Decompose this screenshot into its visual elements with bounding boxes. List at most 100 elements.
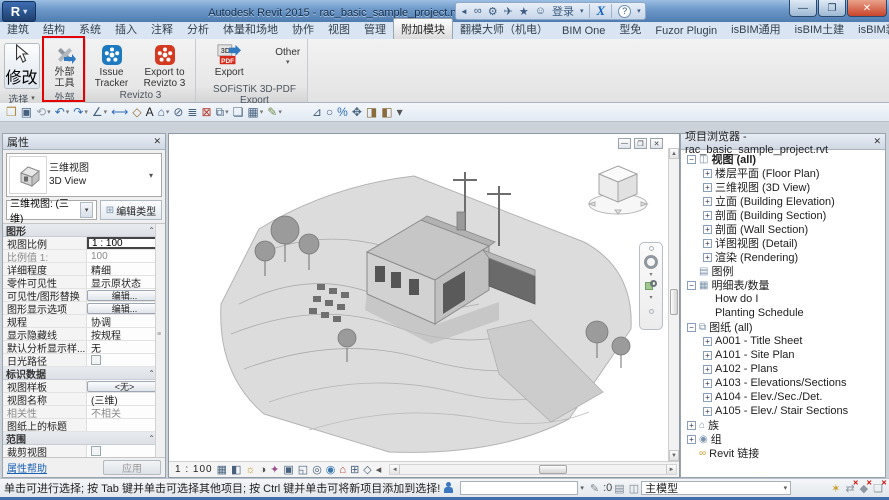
collapse-minus-icon[interactable]: −: [687, 281, 696, 290]
collapse-arrow-icon[interactable]: ◄: [460, 7, 468, 16]
tree-item[interactable]: +A001 - Title Sheet: [681, 334, 885, 348]
tree-item[interactable]: +剖面 (Wall Section): [681, 222, 885, 236]
crop-view-icon[interactable]: ▣: [283, 463, 293, 476]
type-selector[interactable]: 三维视图 3D View ▾: [6, 153, 162, 197]
apply-button[interactable]: 应用: [103, 460, 161, 475]
chevron-down-icon[interactable]: ▾: [580, 7, 584, 15]
reveal-hidden-elements-icon[interactable]: ⌂: [339, 464, 346, 476]
favorites-star-icon[interactable]: ★: [519, 5, 529, 18]
close-button[interactable]: ✕: [847, 0, 887, 17]
chevron-down-icon[interactable]: ▾: [637, 7, 641, 15]
editing-requests[interactable]: ✎ :0: [588, 482, 612, 495]
tree-item[interactable]: +渲染 (Rendering): [681, 250, 885, 264]
chevron-down-icon[interactable]: ▾: [580, 484, 584, 492]
scroll-down-icon[interactable]: ▼: [669, 450, 679, 461]
navigation-bar[interactable]: ▾ ▾: [639, 242, 663, 330]
customize-qat-icon[interactable]: ▾: [397, 105, 403, 119]
tab-分析[interactable]: 分析: [180, 19, 216, 39]
tab-isBIM通用[interactable]: isBIM通用: [724, 19, 788, 39]
other-dropdown[interactable]: Other ▾: [269, 41, 308, 66]
expand-plus-icon[interactable]: +: [703, 407, 712, 416]
tab-插入[interactable]: 插入: [108, 19, 144, 39]
sofistik-panel-label[interactable]: SOFiSTiK 3D-PDF Export: [196, 88, 307, 102]
horizontal-scrollbar[interactable]: ◄ ►: [389, 464, 677, 475]
expand-plus-icon[interactable]: +: [703, 337, 712, 346]
unlocked-3d-view-icon[interactable]: ◎: [312, 463, 322, 476]
paste-icon[interactable]: ▦▾: [247, 105, 263, 119]
sofistik-export-button[interactable]: 3D PDF Export: [210, 41, 249, 78]
design-option-select[interactable]: 主模型 ▾: [641, 481, 791, 495]
expand-plus-icon[interactable]: +: [687, 435, 696, 444]
default-3d-view-icon[interactable]: ⌂▾: [158, 105, 170, 119]
modify-button[interactable]: 修改: [4, 43, 40, 89]
tree-item[interactable]: −⧉图纸 (all): [681, 320, 885, 334]
help-icon[interactable]: ?: [618, 5, 631, 18]
tree-item[interactable]: +⌂族: [681, 418, 885, 432]
property-section-范围[interactable]: 范围⌃: [3, 432, 165, 445]
save-icon[interactable]: ▣: [21, 105, 32, 119]
external-tools-button[interactable]: 外部工具: [45, 41, 85, 89]
communication-center-icon[interactable]: ✈: [504, 5, 513, 18]
property-value-input[interactable]: 1 : 100: [87, 237, 162, 249]
text-icon[interactable]: A: [146, 105, 154, 119]
edit-button[interactable]: <无>: [87, 381, 162, 392]
tree-item[interactable]: +A105 - Elev./ Stair Sections: [681, 404, 885, 418]
property-section-图形[interactable]: 图形⌃: [3, 224, 165, 237]
expand-plus-icon[interactable]: +: [703, 197, 712, 206]
move-icon[interactable]: ✥: [352, 105, 362, 119]
thin-lines-icon[interactable]: ≣: [187, 105, 197, 119]
chevron-down-icon[interactable]: ▾: [649, 271, 652, 278]
edit-type-button[interactable]: ⊞ 编辑类型: [100, 200, 162, 220]
expand-plus-icon[interactable]: +: [703, 253, 712, 262]
property-checkbox[interactable]: [91, 446, 101, 456]
temporary-hide-isolate-icon[interactable]: ◉: [326, 463, 336, 476]
copy-icon[interactable]: ❏: [233, 105, 244, 119]
tree-item[interactable]: +◉组: [681, 432, 885, 446]
keytips-wrench-icon[interactable]: ⚙: [488, 5, 498, 18]
steering-wheel-icon[interactable]: [644, 255, 658, 269]
expand-plus-icon[interactable]: +: [703, 225, 712, 234]
switch-windows-icon[interactable]: ⧉▾: [216, 105, 229, 120]
close-icon[interactable]: ✕: [873, 136, 881, 147]
rendering-dialog-icon[interactable]: ✦: [270, 463, 279, 476]
properties-help-link[interactable]: 属性帮助: [7, 460, 47, 475]
tab-建筑[interactable]: 建筑: [0, 19, 36, 39]
expand-plus-icon[interactable]: +: [703, 351, 712, 360]
relinquish-icon[interactable]: ◆✕: [860, 482, 868, 495]
view-minimize-icon[interactable]: —: [618, 138, 631, 149]
property-value[interactable]: 100: [87, 251, 165, 262]
temporary-view-properties-icon[interactable]: ⊞: [350, 463, 359, 476]
zoom-tool-icon[interactable]: [645, 280, 657, 292]
open-icon[interactable]: ❒: [6, 105, 17, 119]
property-section-标识数据[interactable]: 标识数据⌃: [3, 367, 165, 380]
sun-path-icon[interactable]: ☼: [245, 464, 255, 476]
edit-button[interactable]: 编辑...: [87, 290, 162, 301]
unalign-icon[interactable]: ◧: [381, 105, 392, 119]
measure-icon[interactable]: ∠▾: [92, 105, 107, 119]
viewcube[interactable]: [585, 158, 651, 220]
scrollbar-thumb[interactable]: [670, 289, 678, 315]
tab-附加模块[interactable]: 附加模块: [393, 18, 453, 39]
tree-item[interactable]: How do I: [681, 292, 885, 306]
scale-icon[interactable]: ⊿: [312, 105, 322, 119]
tab-BIM One[interactable]: BIM One: [555, 23, 612, 39]
tab-视图[interactable]: 视图: [321, 19, 357, 39]
collapse-minus-icon[interactable]: −: [687, 323, 696, 332]
property-value[interactable]: 无: [87, 340, 165, 355]
tab-管理[interactable]: 管理: [357, 19, 393, 39]
expand-plus-icon[interactable]: +: [687, 421, 696, 430]
tree-item[interactable]: +详图视图 (Detail): [681, 236, 885, 250]
expand-plus-icon[interactable]: +: [703, 169, 712, 178]
tree-item[interactable]: +A101 - Site Plan: [681, 348, 885, 362]
collapse-minus-icon[interactable]: −: [687, 155, 696, 164]
exchange-apps-icon[interactable]: X: [596, 3, 605, 19]
tree-item[interactable]: +楼层平面 (Floor Plan): [681, 166, 885, 180]
scroll-right-icon[interactable]: ►: [666, 465, 676, 474]
align-icon[interactable]: ◨: [366, 105, 377, 119]
synchronize-icon[interactable]: ⟲▾: [36, 105, 51, 119]
properties-scrollbar[interactable]: ≡: [155, 224, 165, 457]
shadows-icon[interactable]: ◑: [260, 464, 267, 476]
view-scale[interactable]: 1 : 100: [175, 464, 213, 475]
tab-体量和场地[interactable]: 体量和场地: [216, 19, 285, 39]
circle-icon[interactable]: ○: [326, 105, 333, 119]
